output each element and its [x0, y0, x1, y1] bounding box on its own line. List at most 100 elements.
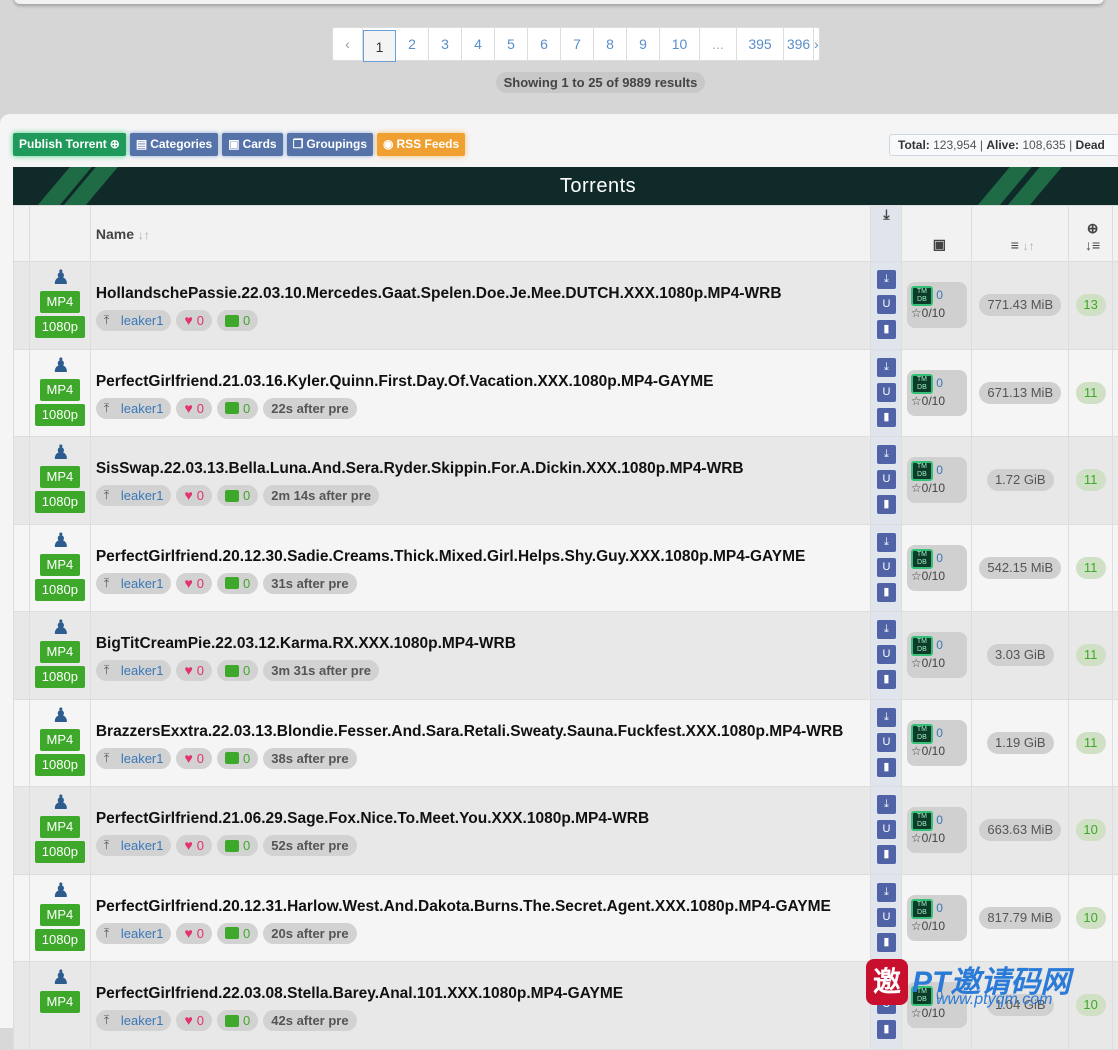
seeders-badge[interactable]: 13 — [1076, 294, 1106, 316]
comments-pill[interactable]: 0 — [217, 310, 258, 331]
comments-pill[interactable]: 0 — [217, 660, 258, 681]
person-icon[interactable]: ♟ — [52, 879, 68, 903]
page-button[interactable]: 395 — [737, 28, 784, 60]
torrent-name-link[interactable]: PerfectGirlfriend.20.12.31.Harlow.West.A… — [96, 895, 871, 919]
cards-button[interactable]: ▣Cards — [222, 133, 282, 156]
download-icon[interactable]: ⤓ — [877, 270, 896, 289]
torrent-name-link[interactable]: BrazzersExxtra.22.03.13.Blondie.Fesser.A… — [96, 720, 871, 744]
seeders-badge[interactable]: 11 — [1076, 557, 1106, 579]
uploader-pill[interactable]: ⤒leaker1 — [96, 485, 172, 506]
download-icon[interactable]: ⤓ — [877, 708, 896, 727]
tmdb-box[interactable]: TMDB 0☆0/10 — [907, 895, 967, 941]
resolution-badge[interactable]: 1080p — [35, 666, 85, 688]
page-button[interactable]: 9 — [627, 28, 660, 60]
sort-icon[interactable]: ↓↑ — [138, 228, 150, 242]
person-icon[interactable]: ♟ — [52, 529, 68, 553]
categories-button[interactable]: ▤Categories — [130, 133, 218, 156]
tmdb-box[interactable]: TMDB 0☆0/10 — [907, 370, 967, 416]
format-badge[interactable]: MP4 — [40, 816, 80, 838]
magnet-icon[interactable]: U — [877, 383, 896, 402]
seeders-badge[interactable]: 11 — [1076, 732, 1106, 754]
page-button[interactable]: 6 — [528, 28, 561, 60]
groupings-button[interactable]: ❐Groupings — [287, 133, 373, 156]
sort-desc-icon[interactable]: ↓≡ — [1073, 237, 1112, 253]
tmdb-box[interactable]: TMDB 0☆0/10 — [907, 457, 967, 503]
torrent-name-link[interactable]: HollandschePassie.22.03.10.Mercedes.Gaat… — [96, 282, 871, 306]
torrent-name-link[interactable]: PerfectGirlfriend.21.03.16.Kyler.Quinn.F… — [96, 370, 871, 394]
bookmark-icon[interactable]: ▮ — [877, 845, 896, 864]
likes-pill[interactable]: ♥0 — [176, 485, 212, 506]
likes-pill[interactable]: ♥0 — [176, 310, 212, 331]
page-button[interactable]: 10 — [660, 28, 700, 60]
resolution-badge[interactable]: 1080p — [35, 316, 85, 338]
tmdb-box[interactable]: TMDB 0☆0/10 — [907, 545, 967, 591]
person-icon[interactable]: ♟ — [52, 354, 68, 378]
publish-torrent-button[interactable]: Publish Torrent⊕ — [13, 133, 126, 156]
comments-pill[interactable]: 0 — [217, 573, 258, 594]
torrent-name-link[interactable]: PerfectGirlfriend.22.03.08.Stella.Barey.… — [96, 982, 871, 1006]
seeders-badge[interactable]: 10 — [1076, 819, 1106, 841]
bookmark-icon[interactable]: ▮ — [877, 408, 896, 427]
bookmark-icon[interactable]: ▮ — [877, 933, 896, 952]
format-badge[interactable]: MP4 — [40, 641, 80, 663]
torrent-name-link[interactable]: PerfectGirlfriend.20.12.30.Sadie.Creams.… — [96, 545, 871, 569]
comments-pill[interactable]: 0 — [217, 748, 258, 769]
tmdb-box[interactable]: TMDB 0☆0/10 — [907, 982, 967, 1028]
torrent-name-link[interactable]: PerfectGirlfriend.21.06.29.Sage.Fox.Nice… — [96, 807, 871, 831]
likes-pill[interactable]: ♥0 — [176, 748, 212, 769]
uploader-pill[interactable]: ⤒leaker1 — [96, 398, 172, 419]
resolution-badge[interactable]: 1080p — [35, 491, 85, 513]
format-badge[interactable]: MP4 — [40, 729, 80, 751]
person-icon[interactable]: ♟ — [52, 966, 68, 990]
torrent-name-link[interactable]: SisSwap.22.03.13.Bella.Luna.And.Sera.Ryd… — [96, 457, 871, 481]
seeders-badge[interactable]: 10 — [1076, 994, 1106, 1016]
likes-pill[interactable]: ♥0 — [176, 923, 212, 944]
tmdb-box[interactable]: TMDB 0☆0/10 — [907, 632, 967, 678]
person-icon[interactable]: ♟ — [52, 616, 68, 640]
magnet-icon[interactable]: U — [877, 820, 896, 839]
download-icon[interactable]: ⤓ — [877, 358, 896, 377]
seeders-badge[interactable]: 11 — [1076, 382, 1106, 404]
download-icon[interactable]: ⤓ — [877, 795, 896, 814]
download-icon[interactable]: ⤓ — [877, 883, 896, 902]
magnet-icon[interactable]: U — [877, 908, 896, 927]
uploader-pill[interactable]: ⤒leaker1 — [96, 310, 172, 331]
format-badge[interactable]: MP4 — [40, 904, 80, 926]
likes-pill[interactable]: ♥0 — [176, 835, 212, 856]
page-button[interactable]: 1 — [363, 30, 396, 62]
person-icon[interactable]: ♟ — [52, 791, 68, 815]
format-badge[interactable]: MP4 — [40, 554, 80, 576]
resolution-badge[interactable]: 1080p — [35, 579, 85, 601]
header-size[interactable]: ≡ ↓↑ — [972, 206, 1069, 262]
comments-pill[interactable]: 0 — [217, 398, 258, 419]
magnet-icon[interactable]: U — [877, 995, 896, 1014]
tmdb-box[interactable]: TMDB 0☆0/10 — [907, 807, 967, 853]
tmdb-box[interactable]: TMDB 0☆0/10 — [907, 282, 967, 328]
likes-pill[interactable]: ♥0 — [176, 398, 212, 419]
likes-pill[interactable]: ♥0 — [176, 660, 212, 681]
bookmark-icon[interactable]: ▮ — [877, 320, 896, 339]
comments-pill[interactable]: 0 — [217, 923, 258, 944]
download-icon[interactable]: ⤓ — [877, 533, 896, 552]
uploader-pill[interactable]: ⤒leaker1 — [96, 748, 172, 769]
bookmark-icon[interactable]: ▮ — [877, 1020, 896, 1039]
uploader-pill[interactable]: ⤒leaker1 — [96, 923, 172, 944]
person-icon[interactable]: ♟ — [52, 441, 68, 465]
download-icon[interactable]: ⤓ — [877, 970, 896, 989]
magnet-icon[interactable]: U — [877, 470, 896, 489]
resolution-badge[interactable]: 1080p — [35, 404, 85, 426]
page-button[interactable]: 396 — [784, 28, 814, 60]
uploader-pill[interactable]: ⤒leaker1 — [96, 573, 172, 594]
next-page-button[interactable]: › — [814, 28, 819, 60]
page-button[interactable]: 5 — [495, 28, 528, 60]
magnet-icon[interactable]: U — [877, 558, 896, 577]
tmdb-box[interactable]: TMDB 0☆0/10 — [907, 720, 967, 766]
seeders-badge[interactable]: 11 — [1076, 469, 1106, 491]
page-button[interactable]: ... — [700, 28, 737, 60]
format-badge[interactable]: MP4 — [40, 291, 80, 313]
page-button[interactable]: 8 — [594, 28, 627, 60]
person-icon[interactable]: ♟ — [52, 266, 68, 290]
page-button[interactable]: 3 — [429, 28, 462, 60]
resolution-badge[interactable]: 1080p — [35, 929, 85, 951]
header-seeders[interactable]: ⊕↓≡ — [1069, 206, 1113, 262]
